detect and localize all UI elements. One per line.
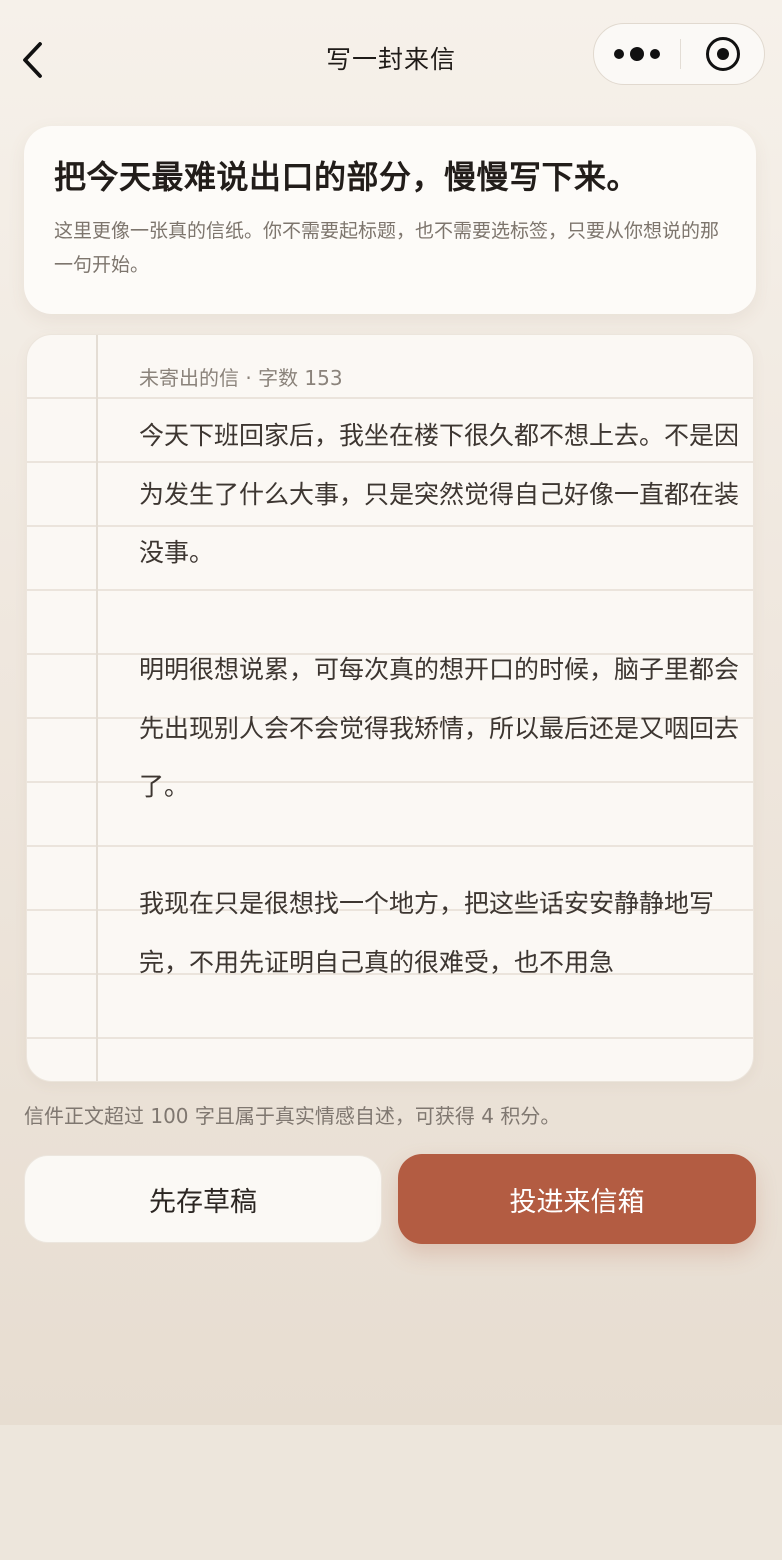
more-dots-icon-center: [630, 47, 644, 61]
intro-card: 把今天最难说出口的部分，慢慢写下来。 这里更像一张真的信纸。你不需要起标题，也不…: [24, 126, 756, 314]
letter-paragraph: 我现在只是很想找一个地方，把这些话安安静静地写完，不用先证明自己真的很难受，也不…: [139, 889, 715, 977]
letter-meta: 未寄出的信 · 字数 153: [139, 366, 343, 390]
close-button[interactable]: [681, 24, 764, 84]
mini-program-capsule: [593, 23, 765, 85]
letter-paragraph: 明明很想说累，可每次真的想开口的时候，脑子里都会先出现别人会不会觉得我矫情，所以…: [139, 655, 740, 801]
points-hint: 信件正文超过 100 字且属于真实情感自述，可获得 4 积分。: [24, 1104, 561, 1128]
intro-title: 把今天最难说出口的部分，慢慢写下来。: [54, 158, 640, 196]
letter-editor[interactable]: 未寄出的信 · 字数 153 今天下班回家后，我坐在楼下很久都不想上去。不是因为…: [26, 334, 754, 1082]
save-draft-button[interactable]: 先存草稿: [24, 1155, 382, 1243]
target-close-icon: [705, 37, 740, 71]
letter-body-textarea[interactable]: 今天下班回家后，我坐在楼下很久都不想上去。不是因为发生了什么大事，只是突然觉得自…: [139, 407, 739, 992]
intro-description: 这里更像一张真的信纸。你不需要起标题，也不需要选标签，只要从你想说的那一句开始。: [54, 220, 720, 276]
navigation-bar: 写一封来信: [0, 0, 782, 110]
more-button[interactable]: [594, 24, 680, 84]
more-dots-icon: [614, 49, 624, 59]
bottom-safe-area: [0, 1425, 782, 1560]
page: 写一封来信 把今天最难说出口的部分，慢慢写下来。 这里更像一张真的信纸。你不需要…: [0, 0, 782, 1425]
letter-paragraph: 今天下班回家后，我坐在楼下很久都不想上去。不是因为发生了什么大事，只是突然觉得自…: [139, 421, 740, 567]
submit-letter-button[interactable]: 投进来信箱: [398, 1154, 756, 1244]
target-close-icon-dot: [716, 48, 729, 60]
letter-margin-line: [96, 335, 98, 1081]
more-dots-icon-right: [650, 49, 660, 59]
